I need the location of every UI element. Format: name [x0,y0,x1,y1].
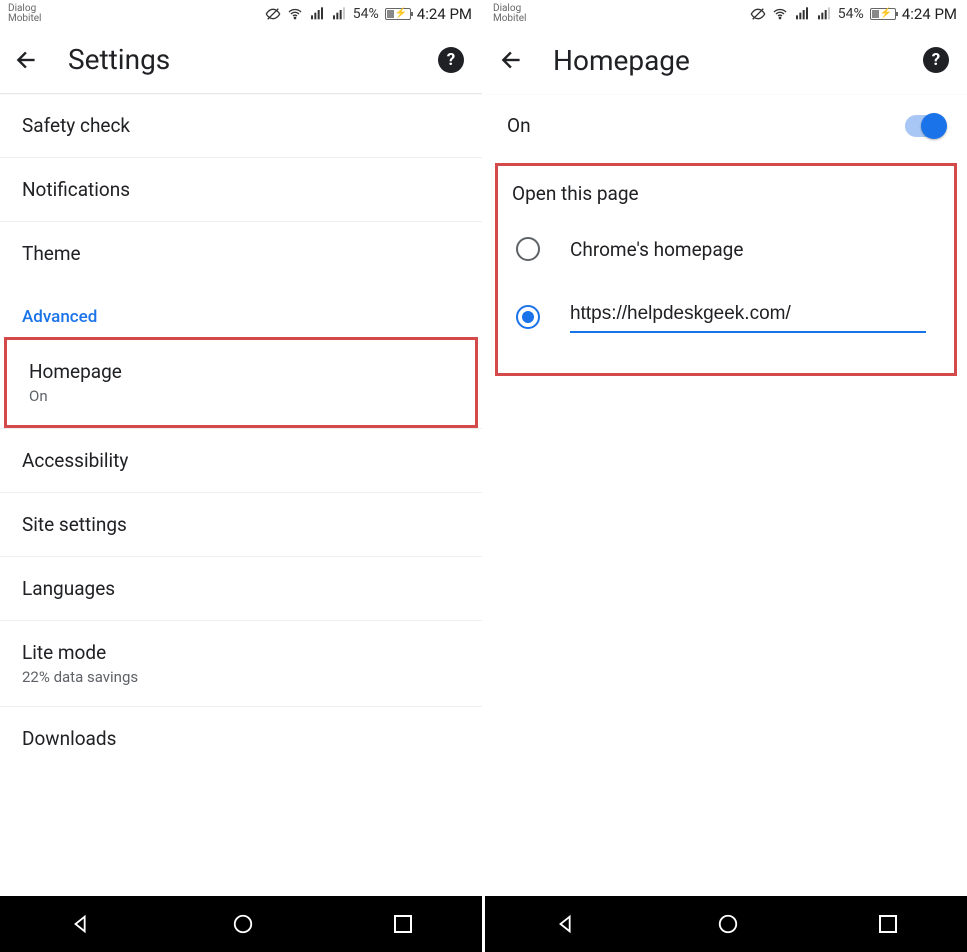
settings-item-languages[interactable]: Languages [0,557,482,621]
app-bar: Settings ? [0,26,482,94]
homepage-toggle-row[interactable]: On [485,94,967,157]
app-bar: Homepage ? [485,26,967,94]
battery-percent: 54% [838,6,864,22]
settings-item-accessibility[interactable]: Accessibility [0,428,482,493]
battery-percent: 54% [353,6,379,22]
toggle-label: On [507,114,531,137]
section-advanced: Advanced [0,285,482,337]
clock: 4:24 PM [902,5,957,23]
back-icon[interactable] [499,47,525,73]
open-this-page-section: Open this page Chrome's homepage [495,163,957,376]
signal-icon-2 [331,6,347,22]
nav-back-icon[interactable] [555,913,577,935]
wifi-icon [772,6,788,22]
eye-off-icon [265,6,281,22]
radio-custom-url[interactable] [508,287,944,347]
settings-screen: Dialog Mobitel 54% ⚡ 4:24 PM Settings ? … [0,0,482,952]
homepage-screen: Dialog Mobitel 54% ⚡ 4:24 PM Homepage ? … [485,0,967,952]
nav-back-icon[interactable] [70,913,92,935]
wifi-icon [287,6,303,22]
battery-icon: ⚡ [870,8,896,20]
section-title: Open this page [508,180,944,223]
status-bar: Dialog Mobitel 54% ⚡ 4:24 PM [0,0,482,26]
battery-icon: ⚡ [385,8,411,20]
highlight-homepage: Homepage On [4,337,478,428]
signal-icon [309,6,325,22]
eye-off-icon [750,6,766,22]
lite-mode-subtitle: 22% data savings [22,668,460,686]
signal-icon-2 [816,6,832,22]
nav-recent-icon[interactable] [394,915,412,933]
radio-icon-selected[interactable] [516,305,540,329]
homepage-subtitle: On [29,387,453,405]
carrier-label: Dialog Mobitel [493,4,527,24]
clock: 4:24 PM [417,5,472,23]
settings-item-site-settings[interactable]: Site settings [0,493,482,557]
status-bar: Dialog Mobitel 54% ⚡ 4:24 PM [485,0,967,26]
page-title: Homepage [553,44,690,77]
radio-icon[interactable] [516,237,540,261]
settings-item-lite-mode[interactable]: Lite mode 22% data savings [0,621,482,707]
nav-home-icon[interactable] [232,913,254,935]
radio-chrome-homepage[interactable]: Chrome's homepage [508,223,944,275]
custom-url-input[interactable] [570,301,926,333]
android-nav-bar [485,896,967,952]
settings-item-homepage[interactable]: Homepage On [7,340,475,425]
help-icon[interactable]: ? [438,47,464,73]
nav-home-icon[interactable] [717,913,739,935]
settings-item-safety-check[interactable]: Safety check [0,94,482,158]
page-title: Settings [68,43,170,76]
help-icon[interactable]: ? [923,47,949,73]
settings-item-theme[interactable]: Theme [0,222,482,285]
carrier-label: Dialog Mobitel [8,4,42,24]
android-nav-bar [0,896,482,952]
settings-item-downloads[interactable]: Downloads [0,707,482,770]
signal-icon [794,6,810,22]
settings-item-notifications[interactable]: Notifications [0,158,482,222]
back-icon[interactable] [14,47,40,73]
nav-recent-icon[interactable] [879,915,897,933]
toggle-switch[interactable] [905,115,945,137]
